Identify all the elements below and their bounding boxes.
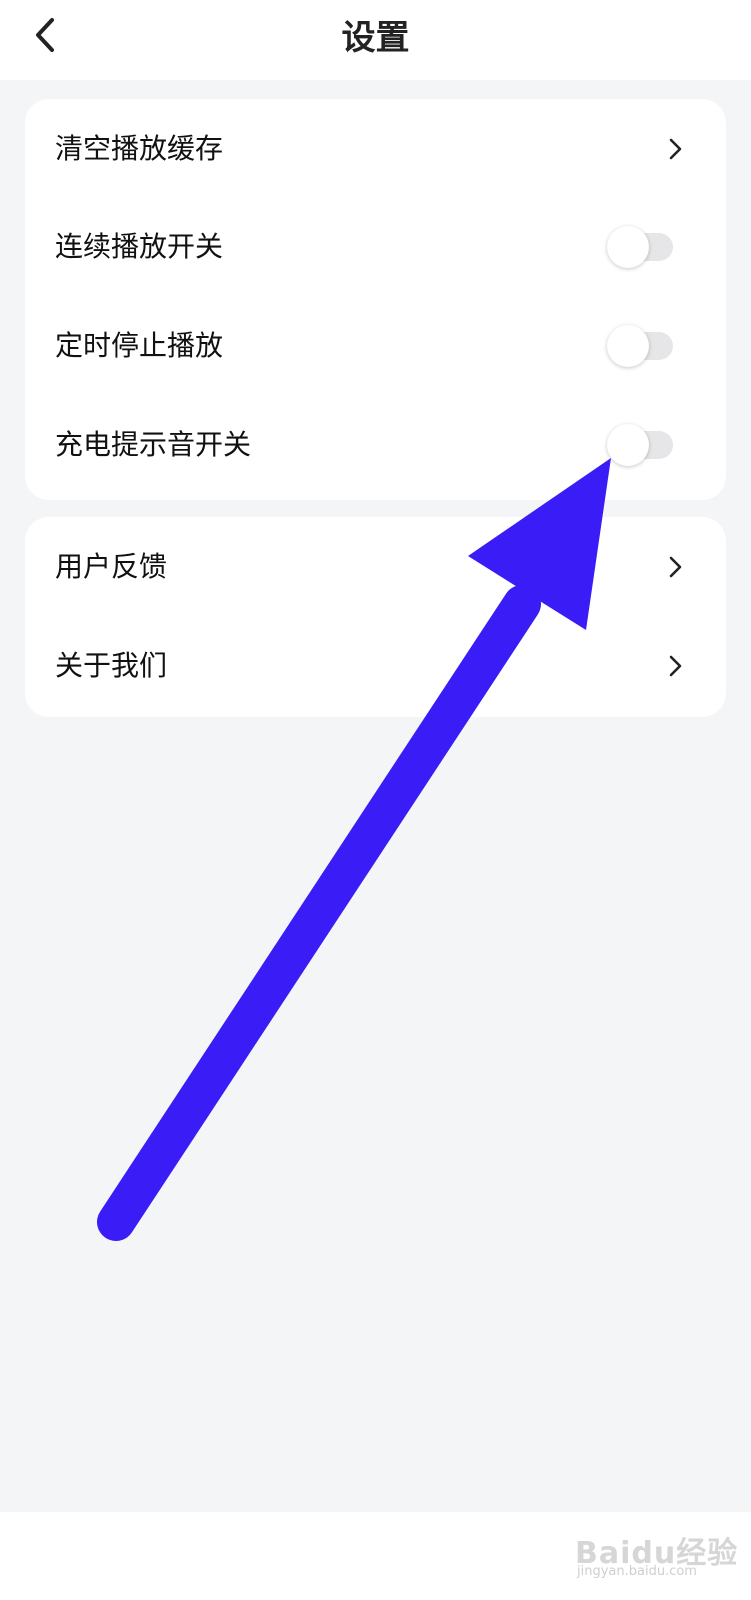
feedback-row[interactable]: 用户反馈 xyxy=(25,517,726,617)
toggle-knob xyxy=(607,226,649,268)
baidu-jingyan-watermark: Baidu经验 jingyan.baidu.com xyxy=(575,1528,737,1588)
charging-sound-row: 充电提示音开关 xyxy=(25,395,726,495)
feedback-label: 用户反馈 xyxy=(55,550,168,583)
about-row[interactable]: 关于我们 xyxy=(25,616,726,716)
about-label: 关于我们 xyxy=(55,649,168,682)
clear-cache-row[interactable]: 清空播放缓存 xyxy=(25,99,726,199)
toggle-knob xyxy=(607,424,649,466)
charging-sound-label: 充电提示音开关 xyxy=(55,428,252,461)
clear-cache-label: 清空播放缓存 xyxy=(55,132,224,165)
chevron-right-icon xyxy=(669,655,682,677)
watermark-url: jingyan.baidu.com xyxy=(577,1564,697,1579)
timed-stop-label: 定时停止播放 xyxy=(55,329,224,362)
continuous-play-row: 连续播放开关 xyxy=(25,197,726,297)
chevron-right-icon xyxy=(669,138,682,160)
settings-card: 清空播放缓存 连续播放开关 定时停止播放 充电提示音开关 xyxy=(25,99,726,500)
page-title: 设置 xyxy=(341,18,410,58)
charging-sound-toggle[interactable] xyxy=(607,423,675,467)
toggle-knob xyxy=(607,325,649,367)
info-card: 用户反馈 关于我们 xyxy=(25,517,726,717)
timed-stop-toggle[interactable] xyxy=(607,324,675,368)
continuous-play-label: 连续播放开关 xyxy=(55,230,224,263)
navigation-bar: 设置 xyxy=(0,0,751,80)
timed-stop-row: 定时停止播放 xyxy=(25,296,726,396)
chevron-right-icon xyxy=(669,556,682,578)
continuous-play-toggle[interactable] xyxy=(607,225,675,269)
